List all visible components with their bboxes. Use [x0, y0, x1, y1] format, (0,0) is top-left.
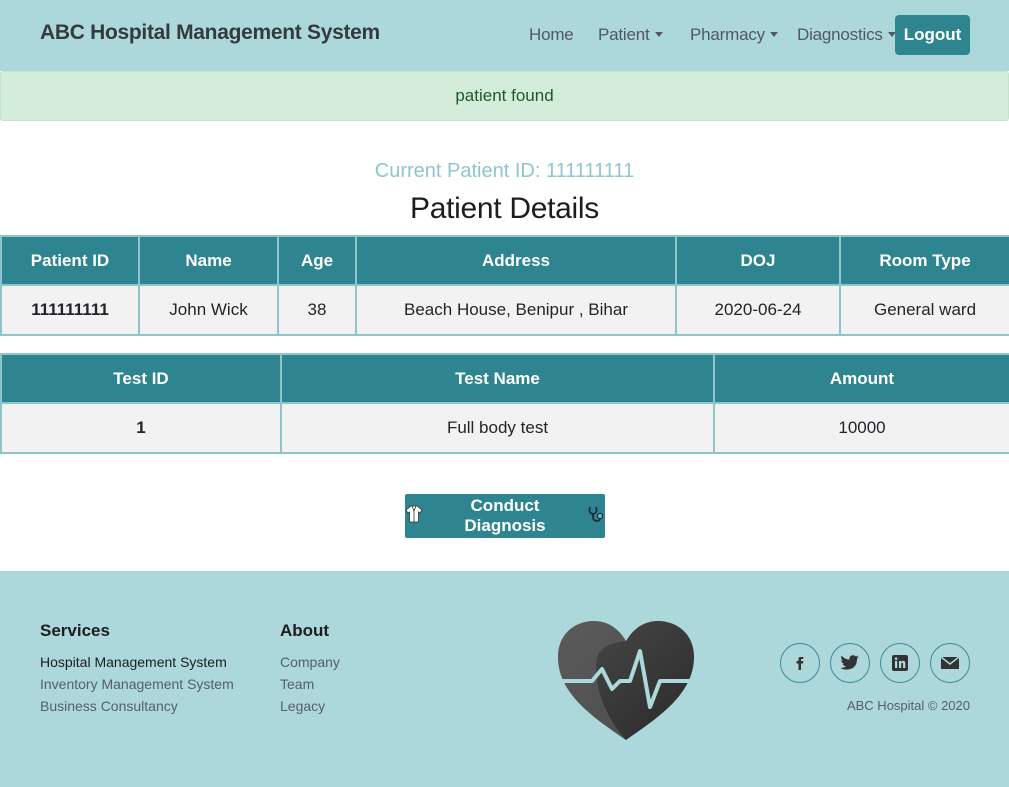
caret-down-icon	[654, 32, 663, 37]
nav-diagnostics-dropdown[interactable]: Diagnostics	[797, 25, 896, 45]
patient-address-cell: Beach House, Benipur , Bihar	[355, 284, 677, 336]
patient-room-type-cell: General ward	[839, 284, 1009, 336]
column-header: Test Name	[280, 353, 715, 404]
column-header: Room Type	[839, 235, 1009, 286]
service-link-business-consultancy[interactable]: Business Consultancy	[40, 695, 234, 717]
about-link-team[interactable]: Team	[280, 673, 340, 695]
patient-details-table: Patient ID Name Age Address DOJ Room Typ…	[0, 235, 1009, 336]
nav-home[interactable]: Home	[529, 25, 574, 45]
service-link-hospital-management[interactable]: Hospital Management System	[40, 651, 234, 673]
stethoscope-icon	[587, 505, 605, 528]
lab-coat-icon	[405, 505, 423, 528]
caret-down-icon	[769, 32, 778, 37]
success-alert: patient found	[0, 71, 1009, 121]
logout-button[interactable]: Logout	[895, 15, 970, 55]
patient-id-cell: 111111111	[0, 284, 140, 336]
brand-title[interactable]: ABC Hospital Management System	[40, 21, 380, 45]
column-header: Test ID	[0, 353, 282, 404]
footer-services: Services Hospital Management System Inve…	[40, 621, 234, 717]
patient-age-cell: 38	[277, 284, 357, 336]
column-header: Amount	[713, 353, 1009, 404]
linkedin-icon[interactable]	[880, 643, 920, 683]
table-row: 111111111 John Wick 38 Beach House, Beni…	[0, 284, 1009, 336]
diagnostics-tests-table: Test ID Test Name Amount 1 Full body tes…	[0, 353, 1009, 454]
facebook-icon[interactable]	[780, 643, 820, 683]
column-header: Patient ID	[0, 235, 140, 286]
about-heading: About	[280, 621, 330, 640]
column-header: Name	[138, 235, 279, 286]
test-id-cell: 1	[0, 402, 282, 454]
footer: Services Hospital Management System Inve…	[0, 571, 1009, 787]
email-icon[interactable]	[930, 643, 970, 683]
page-title: Patient Details	[410, 192, 599, 225]
column-header: Address	[355, 235, 677, 286]
table-row: 1 Full body test 10000	[0, 402, 1009, 454]
patient-name-cell: John Wick	[138, 284, 279, 336]
twitter-icon[interactable]	[830, 643, 870, 683]
alert-message: patient found	[455, 86, 554, 105]
nav-pharmacy-label: Pharmacy	[690, 25, 765, 44]
conduct-diagnosis-button[interactable]: Conduct Diagnosis	[405, 494, 605, 538]
about-link-legacy[interactable]: Legacy	[280, 695, 340, 717]
nav-pharmacy-dropdown[interactable]: Pharmacy	[690, 25, 778, 45]
nav-patient-dropdown[interactable]: Patient	[598, 25, 663, 45]
conduct-diagnosis-label: Conduct Diagnosis	[464, 496, 546, 535]
service-link-inventory-management[interactable]: Inventory Management System	[40, 673, 234, 695]
services-heading: Services	[40, 621, 110, 640]
navbar: ABC Hospital Management System Home Pati…	[0, 0, 1009, 71]
patient-doj-cell: 2020-06-24	[675, 284, 841, 336]
table-header-row: Test ID Test Name Amount	[0, 353, 1009, 404]
nav-diagnostics-label: Diagnostics	[797, 25, 883, 44]
test-amount-cell: 10000	[713, 402, 1009, 454]
test-name-cell: Full body test	[280, 402, 715, 454]
column-header: Age	[277, 235, 357, 286]
table-header-row: Patient ID Name Age Address DOJ Room Typ…	[0, 235, 1009, 286]
current-patient-id: Current Patient ID: 111111111	[374, 160, 635, 182]
nav-patient-label: Patient	[598, 25, 650, 44]
about-link-company[interactable]: Company	[280, 651, 340, 673]
copyright-text: ABC Hospital © 2020	[846, 698, 970, 713]
heartbeat-logo-icon	[556, 619, 696, 748]
footer-about: About Company Team Legacy	[280, 621, 340, 717]
column-header: DOJ	[675, 235, 841, 286]
